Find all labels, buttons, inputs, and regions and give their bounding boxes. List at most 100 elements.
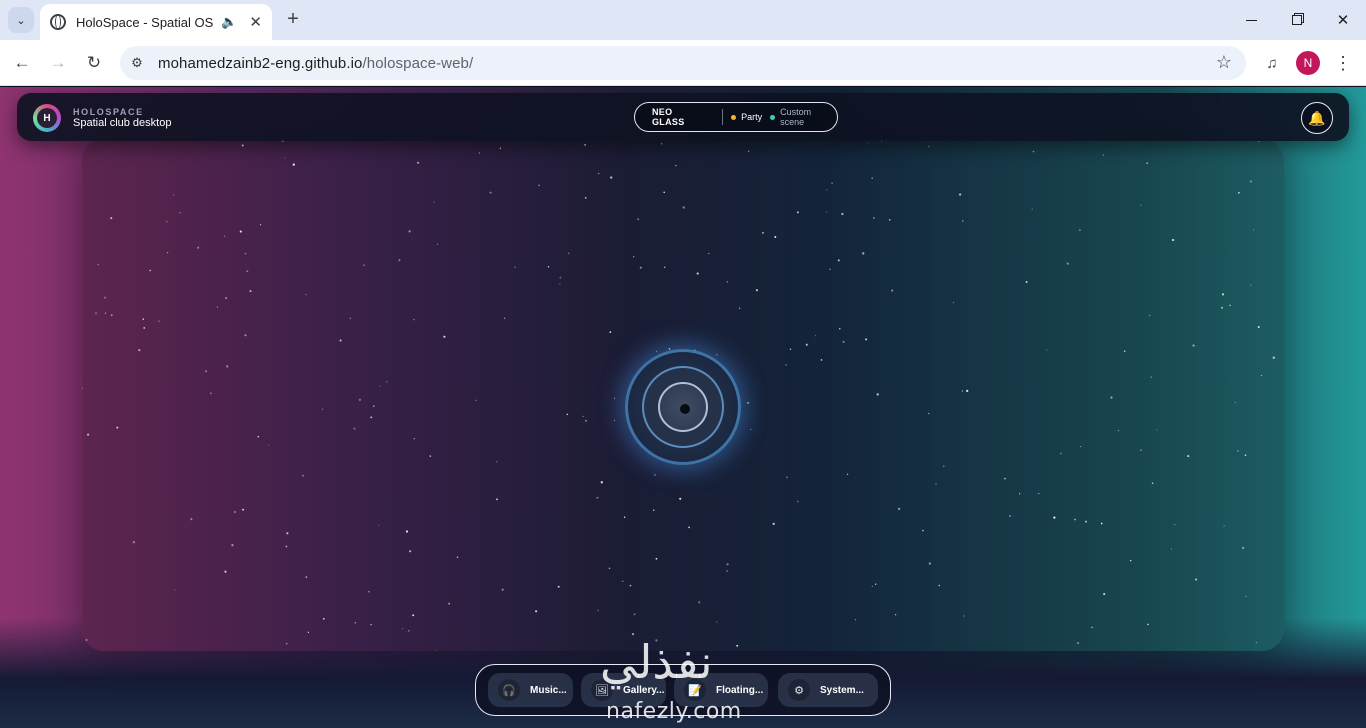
star (149, 269, 152, 272)
star (1171, 238, 1175, 242)
dock-item-music[interactable]: 🎧 Music... (488, 673, 573, 707)
brand-avatar[interactable]: H (33, 104, 61, 132)
star (190, 518, 193, 521)
star (1066, 262, 1069, 265)
star (688, 526, 691, 529)
bookmark-star-icon[interactable]: ☆ (1216, 52, 1232, 73)
star (322, 617, 325, 620)
browser-tab[interactable]: HoloSpace - Spatial OS 🔈 ✕ (40, 4, 272, 40)
star (475, 399, 477, 401)
dock-item-gallery[interactable]: 🖼 Gallery... (581, 673, 666, 707)
star (875, 583, 877, 585)
star (1140, 204, 1142, 206)
star (938, 584, 941, 587)
profile-avatar[interactable]: N (1296, 51, 1320, 75)
star (239, 230, 242, 233)
star (368, 590, 370, 593)
mode-label: Party (741, 112, 763, 122)
star (559, 283, 561, 285)
tab-search-button[interactable]: ⌄ (8, 7, 34, 33)
spatial-scene[interactable] (82, 139, 1284, 651)
star (210, 392, 212, 394)
star (716, 621, 718, 623)
media-controls-icon[interactable]: ♫ (1258, 49, 1286, 77)
star (865, 338, 868, 341)
star (922, 529, 924, 532)
star (1025, 280, 1028, 283)
url-text[interactable]: mohamedzainb2-eng.github.io/holospace-we… (158, 55, 473, 72)
star (284, 157, 286, 159)
star (814, 335, 816, 337)
dock-item-system[interactable]: ⚙ System... (778, 673, 878, 707)
star (738, 307, 741, 309)
star (433, 201, 435, 203)
star (158, 320, 160, 322)
star (1221, 293, 1225, 296)
back-button[interactable]: ← (8, 49, 36, 77)
orb-launcher[interactable] (625, 349, 741, 465)
url-path: /holospace-web/ (362, 54, 474, 72)
star (496, 498, 498, 501)
reload-button[interactable]: ↻ (80, 49, 108, 77)
star (584, 419, 587, 422)
star (696, 272, 699, 275)
star (143, 327, 146, 329)
star (897, 507, 901, 511)
star (841, 212, 844, 216)
star (660, 143, 663, 145)
star (268, 444, 270, 446)
star (1103, 593, 1106, 596)
star (413, 438, 415, 440)
star (166, 221, 168, 223)
star (538, 184, 540, 187)
star (1195, 578, 1198, 581)
new-tab-button[interactable]: + (282, 8, 304, 30)
star (826, 211, 828, 213)
star (557, 585, 560, 588)
star (85, 639, 88, 641)
star (354, 622, 357, 624)
restore-button[interactable] (1274, 0, 1320, 40)
image-icon: 🖼 (591, 679, 613, 701)
dock-item-label: Floating... (716, 684, 764, 696)
star (747, 150, 750, 153)
star (1129, 559, 1132, 562)
brand-subtitle: Spatial club desktop (73, 117, 172, 129)
star (596, 496, 599, 499)
theme-status-pill[interactable]: NEO GLASS Party Custom scene (634, 102, 838, 132)
browser-menu-icon[interactable]: ⋮ (1332, 49, 1354, 77)
star (959, 193, 962, 196)
star (655, 557, 658, 560)
star (242, 508, 245, 511)
site-info-icon[interactable]: ⚙ (124, 50, 150, 76)
star (675, 164, 677, 167)
bell-icon[interactable]: 🔔 (1301, 102, 1333, 134)
star (1009, 515, 1011, 517)
dock-item-floating[interactable]: 📝 Floating... (674, 673, 768, 707)
star (1260, 374, 1262, 377)
minimize-button[interactable] (1228, 0, 1274, 40)
star (241, 144, 244, 147)
star (244, 252, 247, 255)
dock-item-label: Gallery... (623, 684, 665, 696)
star (943, 465, 945, 467)
star (796, 211, 799, 214)
star (1250, 284, 1252, 286)
star (1244, 454, 1247, 457)
star (663, 266, 666, 269)
star (826, 189, 828, 191)
star (726, 281, 729, 283)
star (305, 576, 308, 578)
star (655, 639, 658, 642)
close-window-button[interactable]: ✕ (1320, 0, 1366, 40)
star (259, 224, 262, 226)
address-bar[interactable]: ⚙ mohamedzainb2-eng.github.io/holospace-… (120, 46, 1246, 80)
star (755, 289, 758, 292)
star (286, 532, 289, 535)
star (698, 601, 701, 604)
star (436, 243, 438, 245)
close-tab-icon[interactable]: ✕ (249, 13, 262, 31)
star (1085, 520, 1087, 523)
forward-button[interactable]: → (44, 49, 72, 77)
speaker-icon[interactable]: 🔈 (221, 14, 237, 30)
